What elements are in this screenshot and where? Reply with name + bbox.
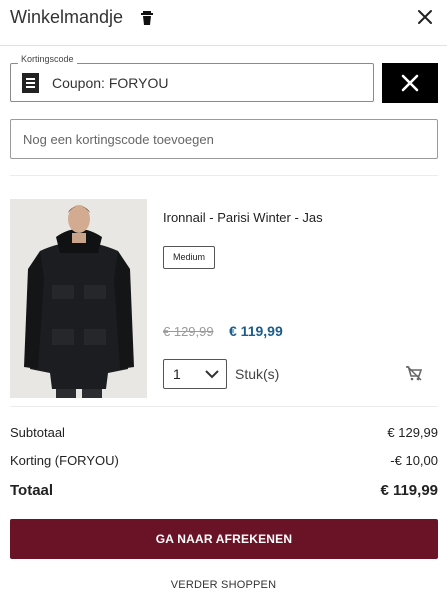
subtotal-value: € 129,99	[387, 425, 438, 440]
cart-title: Winkelmandje	[10, 7, 124, 27]
divider	[10, 175, 438, 176]
close-icon[interactable]	[416, 8, 434, 26]
receipt-icon	[22, 73, 39, 93]
product-image[interactable]	[10, 199, 147, 398]
total-label: Totaal	[10, 482, 54, 499]
remove-coupon-button[interactable]	[382, 63, 438, 103]
total-value: € 119,99	[380, 482, 438, 499]
cart-header: Winkelmandje	[0, 0, 447, 46]
trash-icon[interactable]	[140, 10, 154, 26]
checkout-button[interactable]: GA NAAR AFREKENEN	[10, 519, 438, 559]
coupon-applied-text: Coupon: FORYOU	[52, 75, 169, 91]
subtotal-label: Subtotaal	[10, 425, 65, 440]
price-original: € 129,99	[163, 324, 214, 339]
quantity-select[interactable]: 1	[163, 359, 227, 389]
continue-shopping-link[interactable]: VERDER SHOPPEN	[0, 579, 447, 591]
size-badge: Medium	[163, 246, 216, 269]
quantity-unit: Stuk(s)	[235, 366, 280, 382]
remove-from-cart-icon[interactable]	[405, 366, 422, 381]
product-name[interactable]: Ironnail - Parisi Winter - Jas	[163, 210, 323, 225]
divider	[10, 406, 438, 407]
coupon-legend: Kortingscode	[18, 54, 77, 64]
quantity-value: 1	[173, 366, 181, 382]
close-icon	[401, 74, 419, 92]
discount-label: Korting (FORYOU)	[10, 453, 119, 468]
chevron-down-icon	[205, 370, 219, 379]
discount-code-input[interactable]	[10, 119, 438, 159]
price-discounted: € 119,99	[229, 323, 283, 339]
discount-value: -€ 10,00	[390, 453, 438, 468]
applied-coupon-field: Coupon: FORYOU	[10, 63, 374, 102]
